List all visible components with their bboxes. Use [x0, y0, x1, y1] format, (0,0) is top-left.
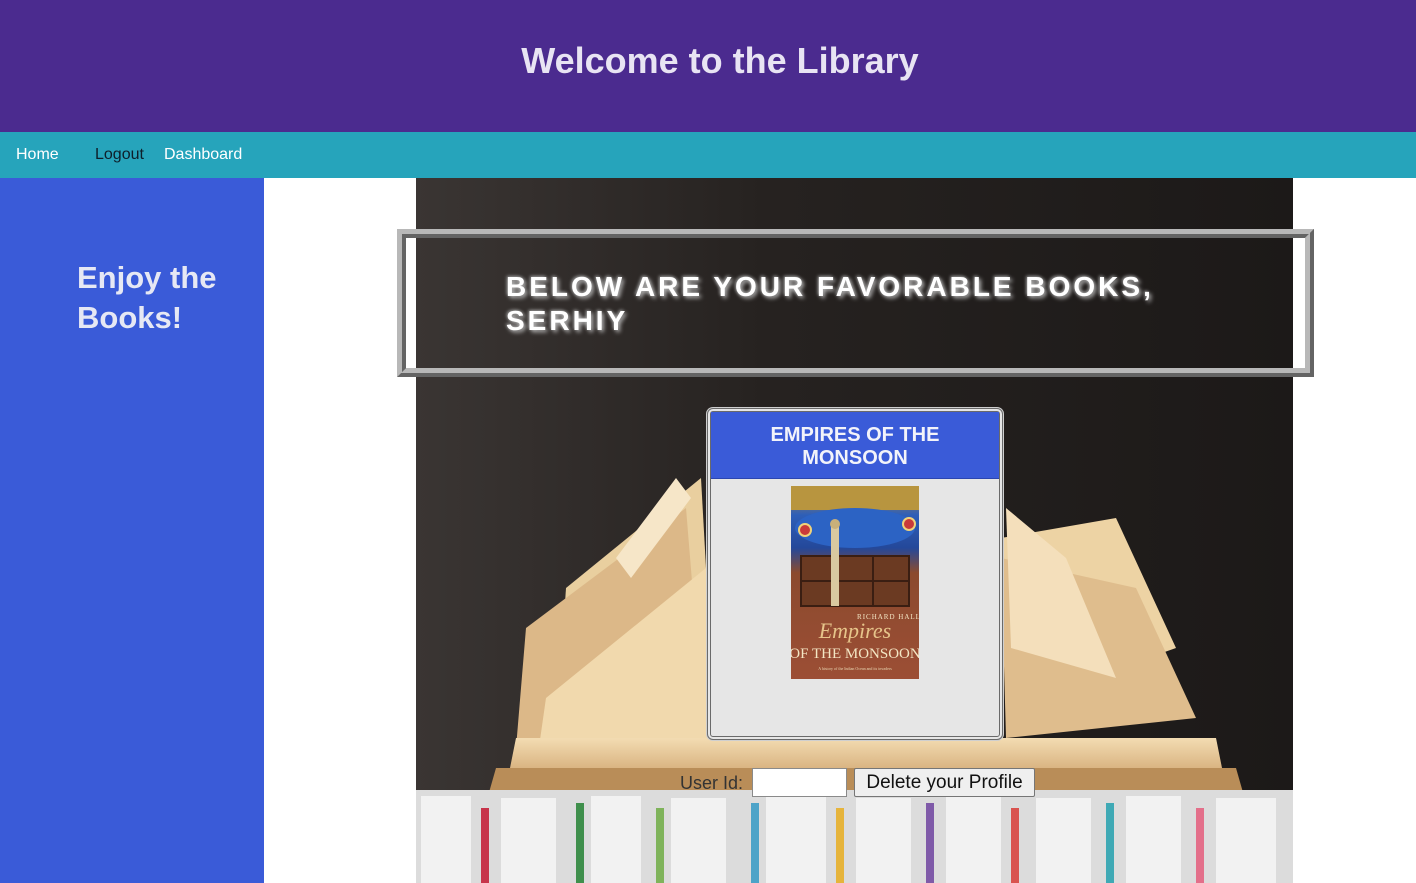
favorites-banner: Below are your favorable books, Serhiy [397, 229, 1314, 377]
book-card-header: EMPIRES OF THE MONSOON [711, 412, 999, 479]
nav-dashboard-link[interactable]: Dashboard [164, 146, 242, 164]
nav-home-link[interactable]: Home [16, 146, 59, 164]
book-cover-image[interactable]: RICHARD HALL Empires OF THE MONSOON A hi… [791, 486, 919, 679]
book-card[interactable]: EMPIRES OF THE MONSOON RICHARD HALL Empi… [707, 408, 1003, 740]
nav-bar: Home Logout Dashboard [0, 132, 1416, 178]
user-id-label: User Id: [680, 773, 744, 793]
page-title: Welcome to the Library [521, 40, 919, 81]
banner-heading: Below are your favorable books, Serhiy [506, 271, 1154, 336]
cover-title-text: Empires [818, 618, 892, 643]
sidebar: Enjoy the Books! [0, 178, 264, 883]
page-header: Welcome to the Library [0, 0, 1416, 132]
nav-logout-link[interactable]: Logout [95, 146, 144, 164]
user-id-input[interactable] [752, 768, 847, 797]
sidebar-heading: Enjoy the Books! [77, 260, 217, 335]
book-title: EMPIRES OF THE MONSOON [770, 424, 940, 469]
delete-profile-button[interactable]: Delete your Profile [854, 768, 1035, 797]
cover-tagline-text: A history of the Indian Ocean and its in… [818, 666, 892, 671]
cover-subtitle-text: OF THE MONSOON [791, 646, 919, 662]
